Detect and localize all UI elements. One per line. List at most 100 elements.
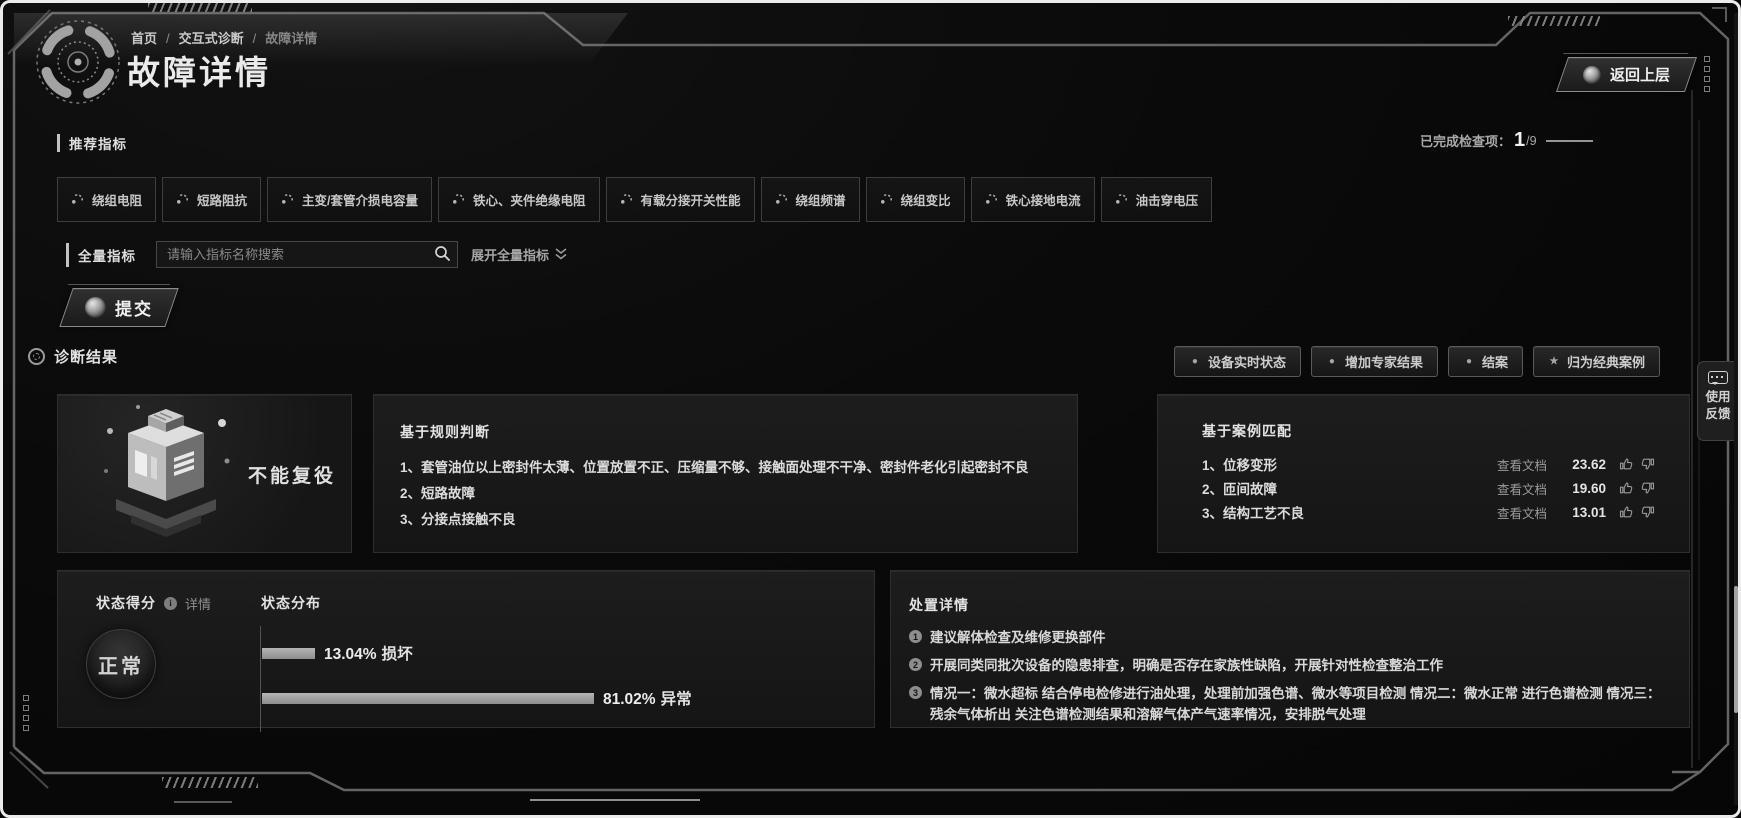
spinner-icon xyxy=(620,194,632,204)
hatch-marks-top-left xyxy=(148,3,252,12)
breadcrumb: 首页交互式诊断故障详情 xyxy=(131,28,317,47)
diagnosis-action-button[interactable]: ● 结案 xyxy=(1447,346,1523,377)
edge-squares-top-right xyxy=(1704,56,1710,92)
distribution-bar xyxy=(262,692,594,704)
thumb-up-icon[interactable] xyxy=(1619,457,1633,471)
indicator-chip-label: 铁心接地电流 xyxy=(1005,194,1081,208)
thumb-down-icon[interactable] xyxy=(1641,481,1655,495)
thumb-down-icon[interactable] xyxy=(1641,457,1655,471)
target-icon xyxy=(28,348,45,365)
verdict-card: 不能复役 xyxy=(57,394,352,553)
rule-item: 2、短路故障 xyxy=(400,486,476,501)
chat-bubble-icon xyxy=(1708,371,1728,385)
distribution-pct: 81.02% xyxy=(603,691,656,708)
hatch-marks-bottom-left xyxy=(162,777,258,788)
view-document-link[interactable]: 查看文档 xyxy=(1497,455,1547,474)
info-icon[interactable] xyxy=(164,596,177,610)
thumb-up-icon[interactable] xyxy=(1619,481,1633,495)
detail-link[interactable]: 详情 xyxy=(185,594,211,613)
distribution-bar-row: 81.02% 异常 xyxy=(262,687,840,709)
thumb-down-icon[interactable] xyxy=(1641,505,1655,519)
case-item-row: 3、结构工艺不良 查看文档 13.01 xyxy=(1202,500,1655,524)
indicator-chip[interactable]: 绕组电阻 xyxy=(57,177,157,222)
completed-label: 已完成检查项： xyxy=(1420,134,1512,149)
fault-detail-page: 首页交互式诊断故障详情 故障详情 返回上层 推荐指标 已完成检查项： 1 /9 … xyxy=(0,0,1741,818)
spinner-icon xyxy=(177,194,188,204)
rule-item-list: 1、套管油位以上密封件太薄、位置放置不正、压缩量不够、接触面处理不干净、密封件老… xyxy=(400,455,1055,533)
feedback-thumbs xyxy=(1619,505,1655,519)
status-score-header: 状态得分 详情 xyxy=(96,593,211,613)
view-document-link[interactable]: 查看文档 xyxy=(1497,479,1547,498)
breadcrumb-item[interactable]: 故障详情 xyxy=(244,28,317,47)
spinner-icon xyxy=(1115,194,1127,204)
distribution-bar-row: 13.04% 损坏 xyxy=(262,642,840,664)
search-icon[interactable] xyxy=(434,245,451,262)
expand-label: 展开全量指标 xyxy=(471,248,550,263)
disposal-item: 2 开展同类同批次设备的隐患排查，明确是否存在家族性缺陷，开展针对性检查整治工作 xyxy=(909,655,1667,676)
scrollbar-thumb[interactable] xyxy=(1734,586,1738,713)
case-item-row: 2、匝间故障 查看文档 19.60 xyxy=(1202,476,1655,500)
distribution-bar-label: 13.04% 损坏 xyxy=(324,642,413,664)
back-button-label: 返回上层 xyxy=(1609,67,1670,84)
case-name: 2、匝间故障 xyxy=(1202,482,1278,497)
spinner-icon xyxy=(453,194,464,204)
item-number-badge: 3 xyxy=(909,686,922,699)
indicator-chip-label: 短路阻抗 xyxy=(197,194,248,208)
page-title: 故障详情 xyxy=(127,54,271,91)
indicator-chip-label: 绕组电阻 xyxy=(92,194,143,208)
breadcrumb-item[interactable]: 首页 xyxy=(131,28,157,47)
action-label: 设备实时状态 xyxy=(1207,355,1286,370)
section-bar xyxy=(66,242,69,267)
disposal-item: 3 情况一：微水超标 结合停电检修进行油处理，处理前加强色谱、微水等项目检测 情… xyxy=(909,683,1667,725)
spinner-icon xyxy=(282,194,293,204)
submit-button-label: 提交 xyxy=(115,300,153,319)
full-indicators-label: 全量指标 xyxy=(78,248,136,264)
case-card-title: 基于案例匹配 xyxy=(1202,423,1292,439)
indicator-chip[interactable]: 铁心、夹件绝缘电阻 xyxy=(438,177,600,222)
rule-card-title: 基于规则判断 xyxy=(400,424,490,440)
diagnosis-action-button[interactable]: ● 增加专家结果 xyxy=(1310,346,1438,377)
expand-full-indicators[interactable]: 展开全量指标 xyxy=(471,245,567,264)
thumb-up-icon[interactable] xyxy=(1619,505,1633,519)
status-score-badge: 正常 xyxy=(86,629,156,699)
rule-item: 1、套管油位以上密封件太薄、位置放置不正、压缩量不够、接触面处理不干净、密封件老… xyxy=(400,460,1029,475)
diagnosis-section-label: 诊断结果 xyxy=(54,349,119,366)
spinner-icon xyxy=(775,194,787,204)
action-icon: ★ xyxy=(1549,356,1559,367)
view-document-link[interactable]: 查看文档 xyxy=(1497,503,1547,522)
recommended-section-label: 推荐指标 xyxy=(69,137,127,152)
bottom-accent-line-small xyxy=(174,801,232,803)
disposal-item-list: 1 建议解体检查及维修更换部件 2 开展同类同批次设备的隐患排查，明确是否存在家… xyxy=(909,627,1667,725)
indicator-chip-label: 油击穿电压 xyxy=(1135,194,1199,208)
feedback-tab-label: 使用反馈 xyxy=(1705,390,1731,421)
indicator-chip[interactable]: 油击穿电压 xyxy=(1100,177,1213,222)
case-item-row: 1、位移变形 查看文档 23.62 xyxy=(1202,452,1655,476)
distribution-name: 异常 xyxy=(660,691,692,708)
recommended-section-header: 推荐指标 xyxy=(57,133,127,153)
indicator-chip[interactable]: 主变/套管介损电容量 xyxy=(267,177,433,222)
case-name: 1、位移变形 xyxy=(1202,458,1278,473)
disposal-item-text: 开展同类同批次设备的隐患排查，明确是否存在家族性缺陷，开展针对性检查整治工作 xyxy=(930,658,1443,673)
action-label: 归为经典案例 xyxy=(1566,355,1645,370)
rule-item: 3、分接点接触不良 xyxy=(400,512,516,527)
diagnosis-section-header: 诊断结果 xyxy=(28,346,118,367)
indicator-chip[interactable]: 铁心接地电流 xyxy=(970,177,1095,222)
submit-button[interactable]: 提交 xyxy=(59,288,179,327)
distribution-bar xyxy=(262,647,315,659)
chevron-double-down-icon xyxy=(555,248,567,260)
indicator-chip[interactable]: 短路阻抗 xyxy=(162,177,262,222)
diagnosis-action-button[interactable]: ● 设备实时状态 xyxy=(1173,346,1301,377)
action-icon: ● xyxy=(1191,356,1198,367)
feedback-tab[interactable]: 使用反馈 xyxy=(1697,361,1738,441)
item-number-badge: 2 xyxy=(909,658,922,671)
indicator-chip[interactable]: 有载分接开关性能 xyxy=(605,177,755,222)
breadcrumb-item[interactable]: 交互式诊断 xyxy=(157,28,244,47)
completed-count: 1 xyxy=(1514,129,1526,151)
indicator-chip[interactable]: 绕组变比 xyxy=(865,177,965,222)
indicator-search-input[interactable] xyxy=(156,241,458,268)
item-number-badge: 1 xyxy=(909,630,922,643)
indicator-chip[interactable]: 绕组频谱 xyxy=(760,177,860,222)
diagnosis-action-button[interactable]: ★ 归为经典案例 xyxy=(1532,346,1660,377)
indicator-chip-label: 绕组频谱 xyxy=(795,194,846,208)
back-button[interactable]: 返回上层 xyxy=(1555,57,1698,92)
